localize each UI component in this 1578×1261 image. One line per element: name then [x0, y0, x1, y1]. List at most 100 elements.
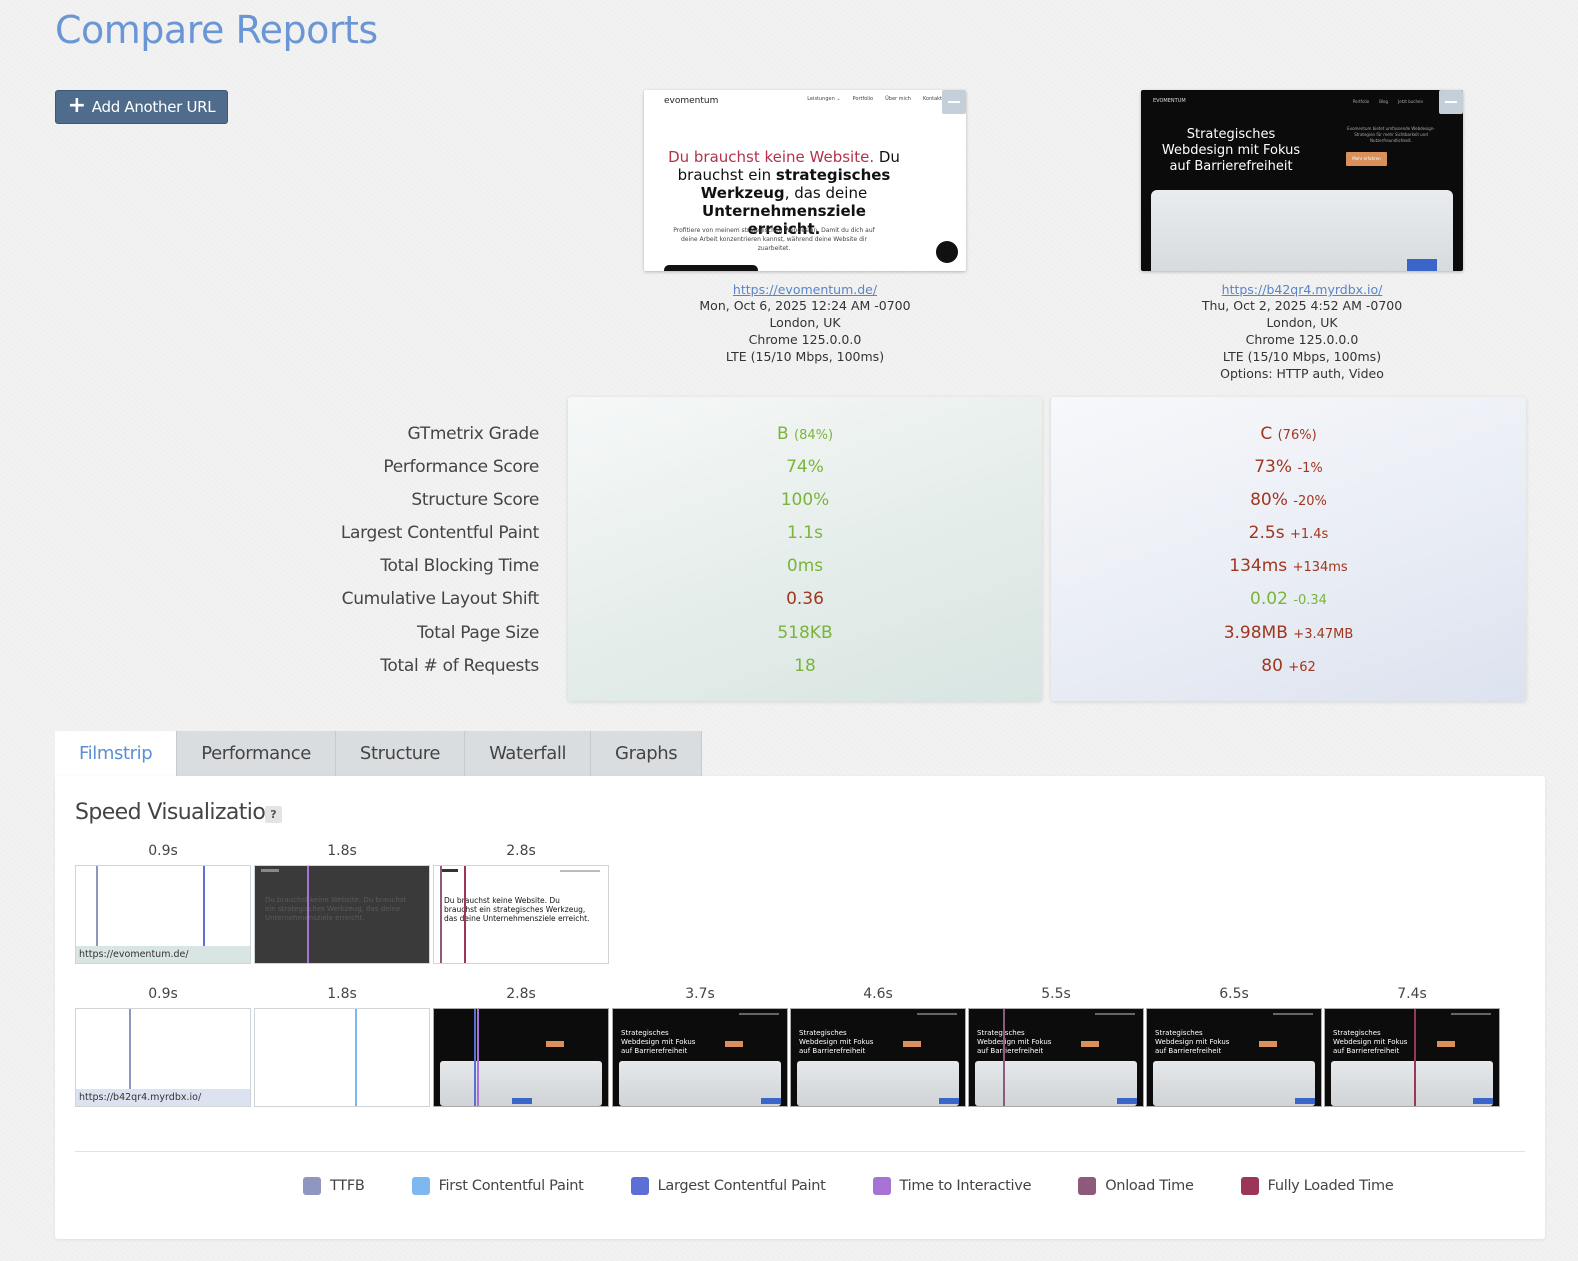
site-subtext: Profitiere von meinem strategischen Webd… — [673, 227, 875, 252]
metric-main-value: 3.98MB — [1223, 622, 1288, 643]
metric-value: 0ms — [568, 550, 1042, 583]
legend-item-onload: Onload Time — [1078, 1177, 1194, 1195]
mini-cta — [903, 1041, 921, 1047]
metric-main-value: 0.02 — [1250, 589, 1288, 610]
mini-headline: Strategisches Webdesign mit Fokus auf Ba… — [799, 1029, 874, 1055]
metric-value: 518KB — [568, 617, 1042, 650]
metric-delta: -0.34 — [1293, 593, 1327, 609]
metric-main-value: 73% — [1254, 457, 1293, 478]
remove-report-button[interactable] — [1439, 90, 1463, 114]
filmstrip-frame[interactable]: https://evomentum.de/ — [75, 865, 251, 964]
metric-label: Largest Contentful Paint — [340, 523, 539, 544]
legend-item-tti: Time to Interactive — [872, 1177, 1031, 1195]
onload-marker — [440, 866, 442, 963]
metric-value: 80 +62 — [1051, 650, 1526, 683]
report-thumbnail[interactable]: EVOMENTUM Portfolio Blog Jetzt buchen St… — [1141, 90, 1463, 271]
report-browser: Chrome 125.0.0.0 — [1245, 332, 1359, 347]
report-thumbnail[interactable]: evomentum Leistungen ⌄ Portfolio Über mi… — [644, 90, 966, 271]
frame-time-label: 4.6s — [863, 986, 893, 1002]
frame-time-label: 0.9s — [148, 843, 178, 859]
lcp-marker — [474, 1009, 476, 1106]
filmstrip-frame[interactable]: https://b42qr4.myrdbx.io/ — [75, 1008, 251, 1107]
fcp-marker — [355, 1009, 357, 1106]
metric-main-value: 0ms — [786, 556, 824, 577]
minus-icon — [948, 101, 960, 103]
tab-waterfall[interactable]: Waterfall — [465, 731, 592, 776]
mini-dashboard-bar — [939, 1098, 959, 1104]
mini-cta — [725, 1041, 743, 1047]
site-nav-item: Blog — [1379, 99, 1389, 104]
metric-main-value: 0.36 — [786, 589, 824, 610]
metric-label: Total Page Size — [416, 622, 539, 643]
legend-item-fcp: First Contentful Paint — [411, 1177, 584, 1195]
timing-legend: TTFB First Contentful Paint Largest Cont… — [303, 1177, 1440, 1195]
help-icon[interactable]: ? — [265, 806, 282, 823]
metric-main-value: 74% — [786, 457, 824, 478]
chat-icon — [936, 241, 958, 263]
mini-site-nav — [1451, 1013, 1491, 1015]
metric-main-value: 100% — [780, 490, 830, 511]
metric-value: 80% -20% — [1051, 484, 1526, 517]
metric-value: 2.5s +1.4s — [1051, 517, 1526, 550]
metric-delta: +134ms — [1292, 560, 1348, 576]
legend-item-ttfb: TTFB — [303, 1177, 365, 1195]
metric-value: C (76%) — [1051, 418, 1526, 451]
report-header-1: evomentum Leistungen ⌄ Portfolio Über mi… — [644, 90, 966, 365]
legend-swatch — [1240, 1177, 1259, 1195]
report-tabs: Filmstrip Performance Structure Waterfal… — [55, 731, 703, 776]
site-nav-item: Portfolio — [1352, 99, 1370, 104]
remove-report-button[interactable] — [942, 90, 966, 114]
site-dashboard-bar — [1407, 259, 1437, 271]
legend-label: Largest Contentful Paint — [657, 1178, 826, 1194]
report-options: Options: HTTP auth, Video — [1220, 366, 1384, 381]
filmstrip-frame[interactable]: Strategisches Webdesign mit Fokus auf Ba… — [1324, 1008, 1500, 1107]
filmstrip-frame[interactable]: Du brauchst keine Website. Du brauchst e… — [433, 865, 609, 964]
legend-swatch — [630, 1177, 649, 1195]
metric-main-value: C — [1260, 424, 1273, 444]
legend-label: TTFB — [330, 1178, 365, 1194]
filmstrip-frame[interactable]: Du brauchst keine Website. Du brauchst e… — [254, 865, 430, 964]
tab-filmstrip[interactable]: Filmstrip — [55, 731, 178, 776]
frame-time-label: 1.8s — [327, 986, 357, 1002]
mini-site-nav — [917, 1013, 957, 1015]
fully-loaded-marker — [1414, 1009, 1416, 1106]
legend-swatch — [872, 1177, 891, 1195]
mini-site-logo — [440, 869, 458, 872]
tab-structure[interactable]: Structure — [335, 731, 466, 776]
metric-main-value: 1.1s — [787, 523, 823, 544]
add-url-button[interactable]: + Add Another URL — [55, 90, 228, 124]
report-url-link[interactable]: https://b42qr4.myrdbx.io/ — [1141, 282, 1463, 297]
filmstrip-frame[interactable]: Strategisches Webdesign mit Fokus auf Ba… — [790, 1008, 966, 1107]
site-nav-item: Jetzt buchen — [1398, 99, 1423, 104]
report-location: London, UK — [769, 315, 841, 330]
site-nav: Portfolio Blog Jetzt buchen — [1353, 99, 1423, 104]
tab-performance[interactable]: Performance — [177, 731, 336, 776]
fully-loaded-marker — [464, 866, 466, 963]
metric-main-value: 18 — [794, 655, 816, 676]
metric-label: Performance Score — [383, 457, 539, 478]
metric-value: 0.36 — [568, 583, 1042, 616]
metric-main-value: B — [776, 424, 789, 444]
metric-delta: -1% — [1297, 461, 1323, 477]
report-url-link[interactable]: https://evomentum.de/ — [644, 282, 966, 297]
site-cta-button: Mehr erfahren — [1346, 152, 1387, 166]
metric-value: 3.98MB +3.47MB — [1051, 617, 1526, 650]
filmstrip-frame[interactable]: Strategisches Webdesign mit Fokus auf Ba… — [1146, 1008, 1322, 1107]
mini-site-nav — [1095, 1013, 1135, 1015]
filmstrip-frame[interactable]: Strategisches Webdesign mit Fokus auf Ba… — [968, 1008, 1144, 1107]
frame-url-label: https://evomentum.de/ — [76, 946, 250, 963]
legend-divider — [75, 1151, 1525, 1152]
frame-time-label: 2.8s — [506, 986, 536, 1002]
metrics-panel-report-2: C (76%) 73% -1% 80% -20% 2.5s +1.4s 134ms +1… — [1051, 397, 1526, 701]
mini-cta — [1081, 1041, 1099, 1047]
mini-headline: Strategisches Webdesign mit Fokus auf Ba… — [1333, 1029, 1408, 1055]
metric-main-value: 134ms — [1229, 556, 1288, 577]
report-location: London, UK — [1266, 315, 1338, 330]
plus-icon: + — [67, 93, 86, 118]
mini-dashboard-bar — [512, 1098, 532, 1104]
filmstrip-frame[interactable]: Strategisches Webdesign mit Fokus auf Ba… — [612, 1008, 788, 1107]
filmstrip-frame[interactable] — [254, 1008, 430, 1107]
add-url-label: Add Another URL — [91, 98, 216, 116]
tab-graphs[interactable]: Graphs — [591, 731, 703, 776]
filmstrip-frame[interactable] — [433, 1008, 609, 1107]
